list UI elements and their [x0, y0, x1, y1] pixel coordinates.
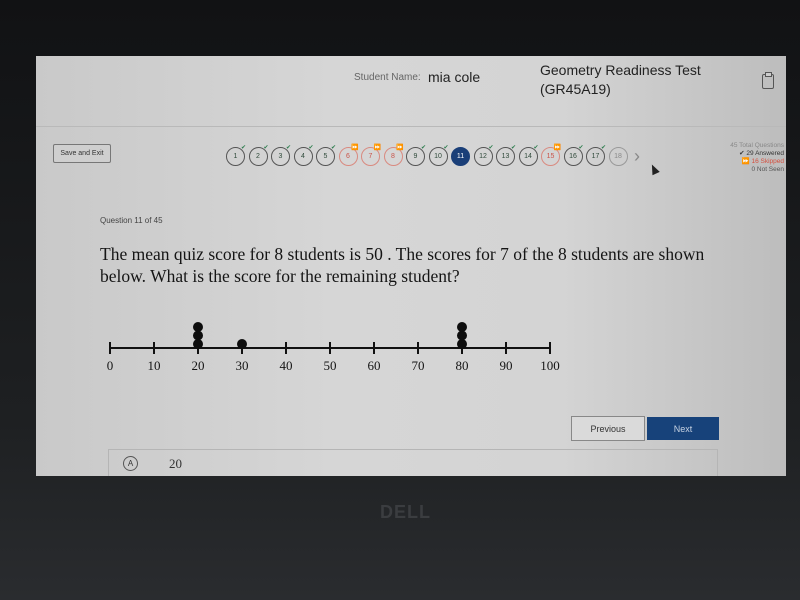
question-navigator: 1 ✔ 2 ✔ 3 ✔ 4 ✔ 5 ✔ 6 ⏩ 7 ⏩ 8 ⏩ 9 ✔ 10 ✔ 11 12 ✔ 13 ✔ 14 ✔ 15 ⏩ 16 ✔ 17…	[226, 145, 631, 166]
skip-icon: ⏩	[553, 145, 561, 151]
tick-label: 100	[540, 358, 560, 373]
question-bubble-number: 5	[323, 153, 328, 160]
question-bubble-number: 6	[346, 153, 350, 160]
question-bubble-number: 2	[256, 153, 260, 160]
question-bubble-number: 15	[546, 153, 555, 160]
student-name-label: Student Name:	[354, 72, 421, 83]
screen: Student Name: mia cole Geometry Readines…	[36, 56, 786, 476]
check-icon: ✔	[308, 145, 314, 151]
question-bubble-3[interactable]: 3 ✔	[271, 145, 291, 166]
question-bubble-12[interactable]: 12 ✔	[473, 145, 494, 166]
question-bubble-number: 18	[614, 153, 622, 160]
tick-label: 50	[324, 358, 337, 373]
dell-logo: DELL	[380, 502, 431, 522]
skip-icon: ⏩	[373, 145, 381, 151]
question-bubble-10[interactable]: 10 ✔	[428, 145, 449, 166]
tick-label: 0	[107, 358, 114, 373]
question-bubble-number: 1	[233, 153, 238, 160]
skipped-count: ⏩ 16 Skipped	[741, 158, 784, 165]
question-bubble-5[interactable]: 5 ✔	[316, 145, 336, 166]
question-bubble-number: 12	[479, 153, 487, 160]
question-bubble-16[interactable]: 16 ✔	[563, 145, 584, 166]
question-bubble-number: 7	[368, 153, 373, 160]
question-bubble-number: 10	[434, 153, 442, 160]
question-bubble-14[interactable]: 14 ✔	[518, 145, 539, 166]
save-and-exit-button[interactable]: Save and Exit	[53, 144, 111, 163]
next-button[interactable]: Next	[647, 417, 719, 440]
check-icon: ✔	[240, 145, 246, 151]
check-icon: ✔	[600, 145, 606, 151]
tick-label: 20	[192, 358, 205, 373]
question-bubble-number: 8	[391, 153, 395, 160]
tick-label: 70	[412, 358, 425, 373]
question-bubble-6[interactable]: 6 ⏩	[338, 145, 359, 166]
check-icon: ✔	[285, 145, 291, 151]
check-icon: ✔	[263, 145, 269, 151]
question-text: The mean quiz score for 8 students is 50…	[100, 244, 705, 286]
dot-20	[193, 322, 203, 332]
question-bubble-8[interactable]: 8 ⏩	[383, 145, 404, 166]
question-number: Question 11 of 45	[100, 216, 163, 225]
progress-summary: 45 Total Questions ✔ 29 Answered ⏩ 16 Sk…	[702, 142, 784, 174]
toolbar: Save and Exit 1 ✔ 2 ✔ 3 ✔ 4 ✔ 5 ✔ 6 ⏩ 7 ⏩ 8 ⏩ 9 ✔ 10 ✔ 11 12 ✔…	[36, 136, 786, 186]
check-icon: ✔	[330, 145, 336, 151]
check-icon: ✔	[420, 145, 426, 151]
chevron-right-icon[interactable]: ›	[634, 146, 640, 167]
student-name: mia cole	[428, 69, 481, 85]
choice-text: 20	[169, 456, 182, 471]
answered-count: ✔ 29 Answered	[739, 150, 784, 157]
clipboard-icon[interactable]	[762, 72, 774, 89]
tick-label: 10	[148, 358, 161, 373]
question-bubble-13[interactable]: 13 ✔	[496, 145, 516, 166]
check-icon: ✔	[488, 145, 494, 151]
answer-choice-a[interactable]: A 20	[108, 449, 718, 476]
question-bubble-1[interactable]: 1 ✔	[226, 145, 246, 166]
check-icon: ✔	[578, 145, 584, 151]
tick-label: 60	[368, 358, 381, 373]
choice-letter: A	[123, 456, 138, 471]
tick-label: 80	[456, 358, 469, 373]
dot-80	[457, 322, 467, 332]
tick-label: 40	[280, 358, 293, 373]
question-bubble-number: 11	[456, 153, 465, 160]
skip-icon: ⏩	[396, 145, 404, 151]
check-icon: ✔	[533, 145, 539, 151]
previous-button[interactable]: Previous	[571, 416, 645, 441]
skip-icon: ⏩	[351, 145, 359, 151]
question-bubble-number: 17	[591, 153, 600, 160]
question-bubble-15[interactable]: 15 ⏩	[541, 145, 561, 166]
question-bubble-number: 14	[524, 153, 532, 160]
question-bubble-18[interactable]: 18	[608, 147, 628, 166]
not-seen-count: 0 Not Seen	[751, 166, 784, 173]
question-bubble-9[interactable]: 9 ✔	[406, 145, 426, 166]
question-bubble-11[interactable]: 11	[451, 147, 470, 166]
question-bubble-number: 13	[501, 153, 510, 160]
total-questions: 45 Total Questions	[730, 142, 784, 149]
question-bubble-7[interactable]: 7 ⏩	[361, 145, 381, 166]
question-bubble-17[interactable]: 17 ✔	[586, 145, 606, 166]
tick-label: 30	[236, 358, 249, 373]
mouse-cursor-icon	[648, 162, 660, 176]
question-bubble-number: 3	[278, 153, 283, 160]
check-icon: ✔	[443, 145, 449, 151]
test-title: Geometry Readiness Test (GR45A19)	[540, 62, 701, 97]
question-bubble-4[interactable]: 4 ✔	[293, 145, 314, 166]
question-bubble-number: 16	[569, 153, 577, 160]
header: Student Name: mia cole Geometry Readines…	[36, 56, 786, 127]
question-bubble-number: 4	[301, 153, 305, 160]
dot-plot: 0 10 20 30 40 50 60 70 80 90 100	[107, 322, 560, 373]
tick-label: 90	[500, 358, 513, 373]
dot-30	[237, 339, 247, 349]
question-bubble-number: 9	[413, 153, 418, 160]
question-bubble-2[interactable]: 2 ✔	[248, 145, 269, 166]
check-icon: ✔	[510, 145, 516, 151]
